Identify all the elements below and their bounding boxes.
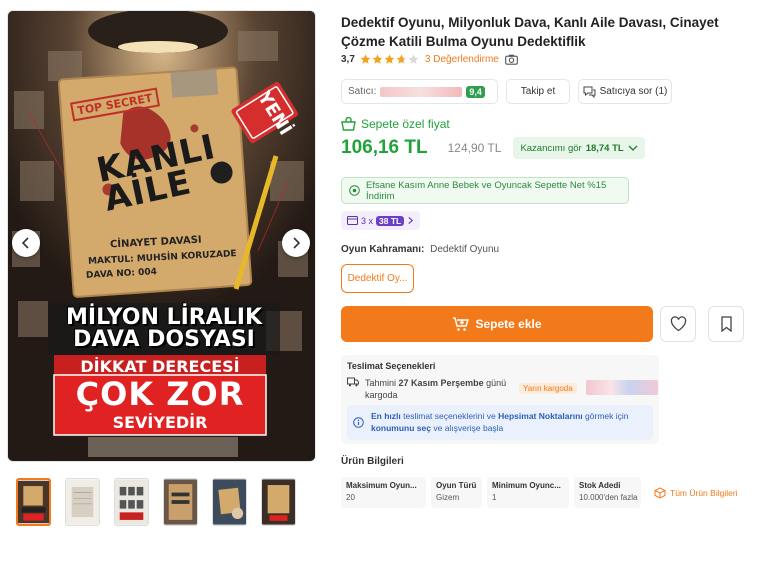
favorite-button[interactable] — [660, 306, 696, 342]
spec-card: Minimum Oyunc... 1 — [487, 477, 569, 508]
basket-icon — [341, 117, 356, 131]
gallery-prev-button[interactable] — [12, 229, 40, 257]
price-row: 106,16 TL 124,90 TL Kazancımı gör 18,74 … — [341, 137, 645, 159]
variant-key: Oyun Kahramanı: — [341, 244, 425, 255]
spec-key: Maksimum Oyun... — [346, 481, 417, 490]
variant-label-row: Oyun Kahramanı: Dedektif Oyunu — [341, 244, 499, 255]
star-empty-icon — [408, 54, 419, 64]
reviews-link[interactable]: 3 Değerlendirme — [425, 54, 499, 65]
original-price: 124,90 TL — [447, 141, 502, 155]
camera-icon[interactable] — [504, 54, 518, 65]
cover-warning-main: ÇOK ZOR — [75, 375, 245, 413]
thumbnail-strip — [16, 478, 296, 526]
heart-icon — [670, 316, 686, 332]
delivery-date: 27 Kasım Perşembe — [398, 378, 484, 388]
spec-key: Oyun Türü — [436, 481, 477, 490]
rating-row: 3,7 3 Değerlendirme — [341, 54, 518, 65]
star-half-icon — [396, 54, 407, 64]
star-icon — [372, 54, 383, 64]
chat-icon — [583, 86, 596, 98]
thumbnail-3[interactable] — [114, 478, 149, 526]
thumbnail-4[interactable] — [163, 478, 198, 526]
thumbnail-1[interactable] — [16, 478, 51, 526]
delivery-title: Teslimat Seçenekleri — [347, 361, 436, 371]
variant-selected-value: Dedektif Oyunu — [430, 244, 500, 255]
follow-seller-button[interactable]: Takip et — [506, 79, 570, 104]
info-text-1: teslimat seçeneklerini ve — [403, 411, 496, 421]
spec-key: Minimum Oyunc... — [492, 481, 561, 490]
location-info-text: En hızlı teslimat seçeneklerini ve Hepsi… — [371, 410, 646, 434]
info-text-3: ve alışverişe başla — [433, 423, 504, 433]
spec-value: 20 — [346, 493, 355, 502]
rating-value: 3,7 — [341, 54, 355, 65]
rating-stars — [360, 54, 419, 65]
basket-price-label: Sepete özel fiyat — [341, 117, 450, 131]
cart-plus-icon — [453, 316, 470, 331]
spec-key: Stok Adedi — [579, 481, 621, 490]
chevron-right-icon — [293, 237, 301, 249]
location-info-box[interactable]: En hızlı teslimat seçeneklerini ve Hepsi… — [347, 405, 653, 440]
cover-warning-top: DİKKAT DERECESİ — [80, 357, 240, 376]
chevron-right-icon — [408, 217, 414, 224]
delivery-estimate: Tahmini 27 Kasım Perşembe günü kargoda — [365, 377, 525, 401]
chevron-down-icon — [628, 145, 638, 151]
spec-value: 10.000'den fazla — [579, 493, 638, 502]
product-title: Dedektif Oyunu, Milyonluk Dava, Kanlı Ai… — [341, 15, 719, 49]
bookmark-icon — [720, 316, 732, 332]
box-icon — [654, 486, 666, 499]
info-icon — [353, 417, 364, 428]
add-to-cart-button[interactable]: Sepete ekle — [341, 306, 653, 342]
spec-card: Maksimum Oyun... 20 — [341, 477, 426, 508]
seller-label: Satıcı: — [348, 86, 377, 97]
campaign-icon — [349, 185, 360, 196]
campaign-banner[interactable]: Efsane Kasım Anne Bebek ve Oyuncak Sepet… — [341, 177, 629, 204]
installment-chip[interactable]: 3 x 38 TL — [341, 211, 421, 230]
spec-card: Stok Adedi 10.000'den fazla — [574, 477, 641, 508]
earnings-label: Kazancımı gör — [520, 142, 582, 154]
star-icon — [360, 54, 371, 64]
star-icon — [384, 54, 395, 64]
info-text-2: görmek için — [585, 411, 629, 421]
chevron-left-icon — [21, 237, 29, 249]
cover-warning-bottom: SEVİYEDİR — [112, 413, 208, 432]
basket-price-text: Sepete özel fiyat — [361, 117, 450, 131]
truck-icon — [347, 377, 359, 387]
gallery-next-button[interactable] — [282, 229, 310, 257]
info-strong-fastest: En hızlı — [371, 411, 401, 421]
spec-cards: Maksimum Oyun... 20 Oyun Türü Gizem Mini… — [341, 477, 641, 508]
campaign-text: Efsane Kasım Anne Bebek ve Oyuncak Sepet… — [366, 179, 607, 202]
ask-seller-button[interactable]: Satıcıya sor (1) — [578, 79, 672, 104]
seller-row: Satıcı: 9,4 Takip et Satıcıya sor (1) — [341, 79, 672, 104]
info-strong-points: Hepsimat Noktalarını — [498, 411, 583, 421]
spec-value: 1 — [492, 493, 497, 502]
spec-card: Oyun Türü Gizem — [431, 477, 482, 508]
spec-value: Gizem — [436, 493, 460, 502]
seller-name-blurred[interactable] — [380, 86, 463, 97]
all-specs-label: Tüm Ürün Bilgileri — [670, 487, 738, 498]
ask-seller-label: Satıcıya sor (1) — [599, 86, 668, 97]
delivery-options: Teslimat Seçenekleri Tahmini 27 Kasım Pe… — [341, 355, 659, 444]
choose-location-link[interactable]: konumunu seç — [371, 423, 431, 433]
installment-amount: 38 TL — [376, 215, 405, 226]
all-specs-link[interactable]: Tüm Ürün Bilgileri — [654, 480, 738, 505]
earnings-amount: 18,74 TL — [585, 142, 624, 154]
thumbnail-6[interactable] — [261, 478, 296, 526]
product-info-title: Ürün Bilgileri — [341, 456, 404, 467]
earnings-dropdown[interactable]: Kazancımı gör 18,74 TL — [513, 137, 645, 159]
current-price: 106,16 TL — [341, 137, 428, 158]
add-to-cart-label: Sepete ekle — [475, 317, 542, 331]
credit-card-icon — [347, 216, 358, 225]
installment-count: 3 x — [361, 215, 374, 226]
cover-headline: MİLYON LİRALIK DAVA DOSYASI — [65, 305, 262, 352]
thumbnail-2[interactable] — [65, 478, 100, 526]
thumbnail-5[interactable] — [212, 478, 247, 526]
variant-option-dedektif[interactable]: Dedektif Oy... — [341, 264, 414, 293]
save-to-collection-button[interactable] — [708, 306, 744, 342]
shipping-tag: Yarın kargoda — [519, 383, 577, 394]
seller-score-badge: 9,4 — [466, 85, 485, 98]
cargo-logo-blurred — [586, 380, 658, 395]
delivery-date-prefix: Tahmini — [365, 378, 397, 388]
product-gallery[interactable]: TOP SECRET KANLI AİLE YENİ CİNAYET DAVAS… — [7, 10, 316, 462]
seller-box[interactable]: Satıcı: 9,4 — [341, 79, 498, 104]
